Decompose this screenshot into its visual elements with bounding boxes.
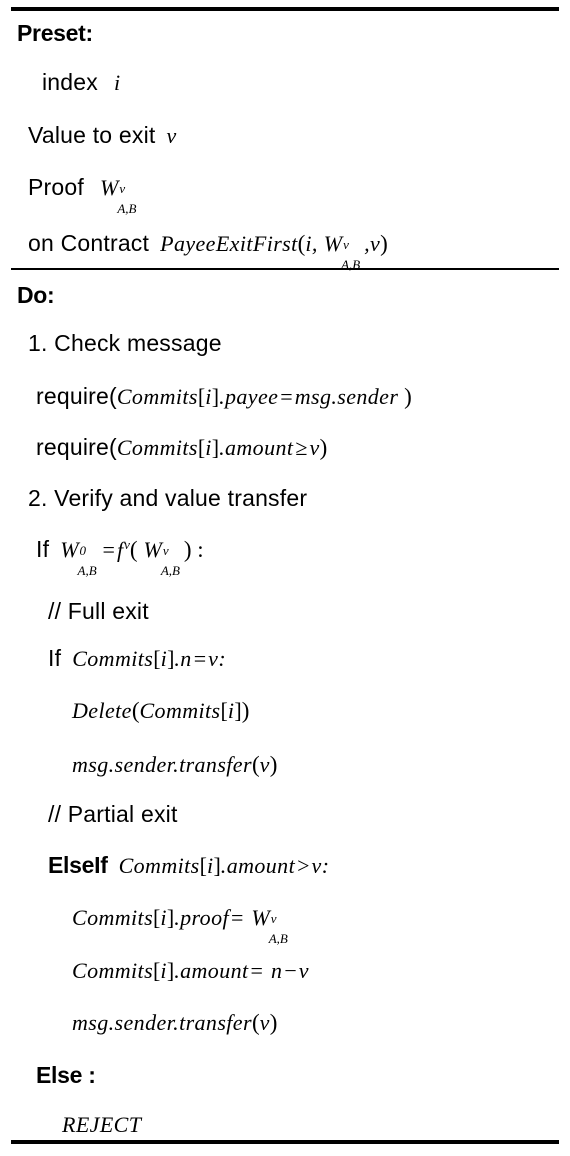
require-payee-line: require(Commits[i].payee=msg.sender )	[36, 383, 412, 409]
preset-line-proof: Proof Wv A,B	[0, 174, 570, 216]
if-proof-line: If W 0 A,B =fv(Wv A,B) :	[36, 536, 204, 578]
w-zero-symbol: W 0 A,B	[60, 537, 97, 578]
delete-commits-line: Delete(Commits[i])	[72, 698, 250, 723]
w-v-symbol: Wv A,B	[143, 537, 180, 578]
require-amount-line: require(Commits[i].amount≥v)	[36, 434, 328, 460]
transfer-line-1: msg.sender.transfer(v)	[72, 752, 278, 777]
elseif-line: ElseIf Commits[i].amount>v:	[48, 852, 330, 878]
proof-symbol: Wv A,B	[99, 175, 137, 216]
f-function-symbol: fv	[116, 536, 130, 562]
assigned-proof-symbol: Wv A,B	[251, 905, 288, 946]
preset-line-contract: on Contract PayeeExitFirst(i, Wv A,B ,v)	[28, 230, 388, 272]
do-heading: Do:	[17, 282, 55, 308]
do-step-1: 1. Check message	[28, 330, 222, 356]
bottom-rule	[11, 1140, 559, 1144]
set-proof-line: Commits[i].proof= Wv A,B	[0, 905, 570, 946]
preset-heading: Preset:	[17, 20, 93, 46]
preset-line-value: Value to exit v	[28, 122, 177, 148]
algorithm-box: Preset: index i Value to exit v Proof Wv A,B…	[0, 0, 570, 1156]
top-rule	[11, 7, 559, 11]
comment-partial-exit: // Partial exit	[48, 801, 178, 827]
transfer-line-2: msg.sender.transfer(v)	[72, 1010, 278, 1035]
preset-line-index: index i	[42, 69, 121, 95]
comment-full-exit: // Full exit	[48, 598, 149, 624]
middle-rule	[11, 268, 559, 270]
set-amount-line: Commits[i].amount= n−v	[72, 958, 309, 983]
do-step-2: 2. Verify and value transfer	[28, 485, 308, 511]
if-n-equals-v-line: If Commits[i].n=v:	[48, 645, 227, 671]
else-line: Else :	[36, 1062, 96, 1088]
reject-line: REJECT	[62, 1112, 142, 1137]
contract-proof-symbol: Wv A,B	[323, 231, 361, 272]
